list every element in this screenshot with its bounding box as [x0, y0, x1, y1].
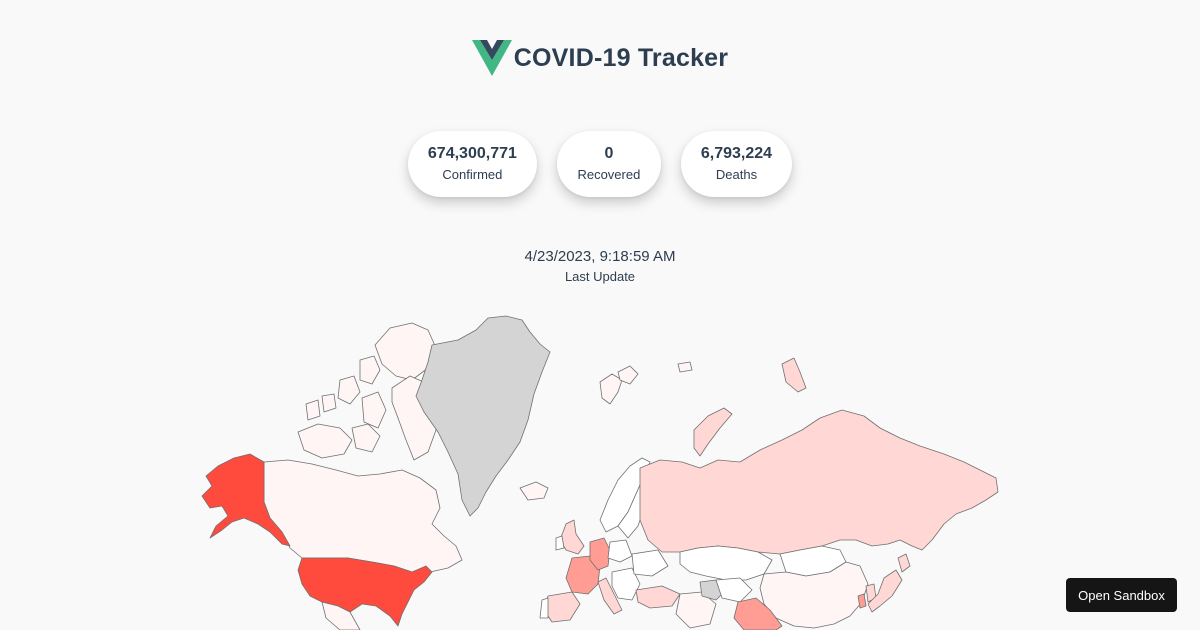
map-region-spain[interactable] [543, 591, 581, 623]
map-region-turkey[interactable] [635, 585, 681, 609]
map-region-poland[interactable] [607, 539, 633, 563]
last-update-label: Last Update [564, 269, 636, 284]
vue-logo-icon [471, 40, 512, 76]
recovered-value: 0 [604, 145, 614, 162]
confirmed-value: 674,300,771 [427, 145, 517, 162]
header: COVID-19 Tracker [0, 40, 1200, 76]
map-region-canada[interactable] [263, 459, 463, 573]
map-region-ukraine[interactable] [631, 549, 669, 577]
confirmed-label: Confirmed [442, 167, 503, 182]
map-region-arctic-island-a[interactable] [359, 355, 381, 385]
confirmed-stat-card: 674,300,771 Confirmed [407, 131, 537, 197]
deaths-stat-card: 6,793,224 Deaths [680, 131, 793, 197]
map-region-arctic-island-e[interactable] [361, 391, 387, 429]
map-region-arctic-island-c[interactable] [321, 393, 337, 413]
map-region-novaya-zemlya[interactable] [693, 407, 733, 457]
map-region-franz-josef[interactable] [677, 361, 693, 373]
map-region-arctic-island-b[interactable] [337, 375, 361, 405]
open-sandbox-button[interactable]: Open Sandbox [1066, 578, 1177, 612]
page: COVID-19 Tracker 674,300,771 Confirmed 0… [0, 0, 1200, 630]
map-region-arctic-island-d[interactable] [305, 399, 321, 421]
last-update: 4/23/2023, 9:18:59 AM Last Update [0, 248, 1200, 285]
deaths-label: Deaths [715, 167, 758, 182]
map-region-central-asia[interactable] [715, 577, 753, 603]
map-region-arctic-island-g[interactable] [351, 423, 381, 453]
map-region-japan-north[interactable] [897, 553, 911, 573]
page-title: COVID-19 Tracker [513, 43, 729, 72]
recovered-label: Recovered [577, 167, 641, 182]
map-region-taiwan[interactable] [857, 593, 867, 609]
last-update-time: 4/23/2023, 9:18:59 AM [524, 248, 676, 265]
map-region-severnaya-zemlya[interactable] [781, 357, 807, 393]
stats-row: 674,300,771 Confirmed 0 Recovered 6,793,… [0, 131, 1200, 197]
recovered-stat-card: 0 Recovered [556, 131, 661, 197]
deaths-value: 6,793,224 [700, 145, 773, 162]
map-region-united-kingdom[interactable] [559, 519, 585, 555]
world-map[interactable] [0, 300, 1200, 630]
map-region-portugal[interactable] [539, 597, 549, 619]
map-region-iceland-west-island[interactable] [519, 481, 549, 501]
map-region-svalbard[interactable] [599, 373, 623, 405]
map-region-arctic-island-f[interactable] [297, 423, 353, 459]
